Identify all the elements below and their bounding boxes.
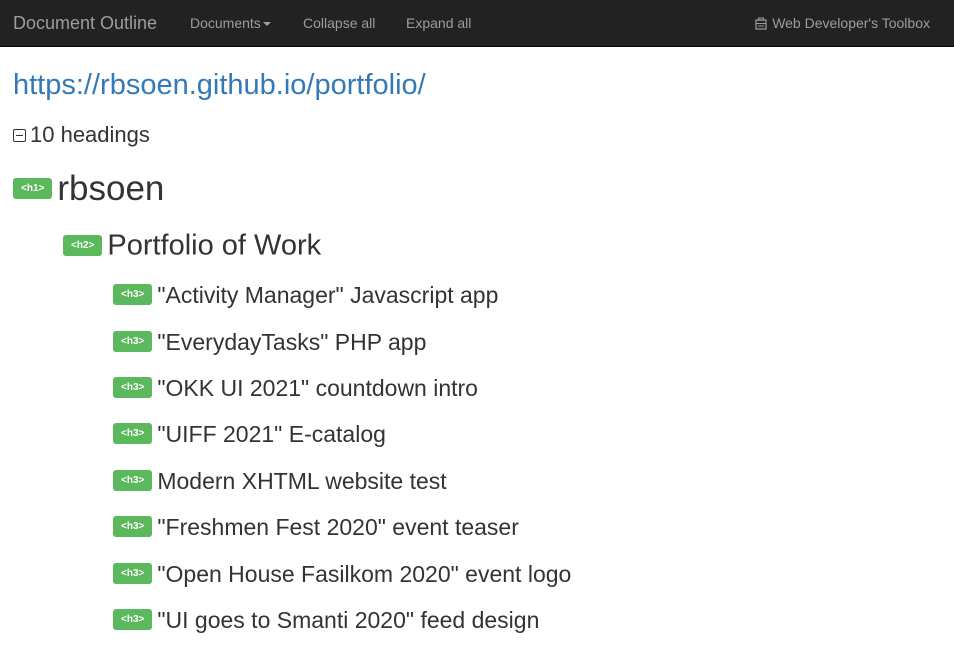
documents-label: Documents [190,15,261,31]
heading-item-h3[interactable]: <h3> "Freshmen Fest 2020" event teaser [113,511,519,541]
heading-tag-badge: <h1> [13,178,53,200]
toolbox-link[interactable]: Web Developer's Toolbox [755,15,930,32]
documents-dropdown[interactable]: Documents [190,15,271,32]
collapse-toggle-icon[interactable] [13,129,26,142]
heading-item-h3[interactable]: <h3> Modern XHTML website test [113,465,447,495]
heading-tag-badge: <h3> [113,470,153,492]
heading-text: "OKK UI 2021" countdown intro [157,374,478,401]
heading-text: "UIFF 2021" E-catalog [157,420,386,447]
heading-text: "UI goes to Smanti 2020" feed design [157,606,540,633]
heading-count-label: 10 headings [30,122,150,147]
heading-text: Modern XHTML website test [157,467,447,494]
heading-item-h2[interactable]: <h2> Portfolio of Work [63,226,321,263]
heading-item-h3[interactable]: <h3> "UI goes to Smanti 2020" feed design [113,604,539,634]
page-url-link[interactable]: https://rbsoen.github.io/portfolio/ [13,67,426,103]
expand-all-link[interactable]: Expand all [406,15,471,32]
navbar: Document Outline Documents Collapse all … [0,0,954,47]
heading-tag-badge: <h3> [113,609,153,631]
heading-item-h1[interactable]: <h1> rbsoen [13,166,164,210]
heading-text: rbsoen [57,168,165,208]
heading-item-h3[interactable]: <h3> "EverydayTasks" PHP app [113,326,426,356]
heading-tag-badge: <h3> [113,377,153,399]
caret-down-icon [262,22,271,27]
heading-item-h3[interactable]: <h3> "OKK UI 2021" countdown intro [113,372,478,402]
heading-text: "EverydayTasks" PHP app [157,328,427,355]
toolbox-icon [755,17,767,30]
heading-tag-badge: <h3> [113,563,153,585]
collapse-all-link[interactable]: Collapse all [303,15,375,32]
heading-count[interactable]: 10 headings [13,121,150,148]
heading-text: Portfolio of Work [107,229,322,262]
heading-tag-badge: <h2> [63,234,103,256]
heading-tag-badge: <h3> [113,284,153,306]
heading-item-h3[interactable]: <h3> "Open House Fasilkom 2020" event log… [113,558,571,588]
heading-item-h3[interactable]: <h3> "UIFF 2021" E-catalog [113,418,386,448]
heading-tag-badge: <h3> [113,516,153,538]
brand-title[interactable]: Document Outline [13,12,157,34]
heading-text: "Activity Manager" Javascript app [157,281,499,308]
heading-text: "Open House Fasilkom 2020" event logo [157,560,572,587]
toolbox-label: Web Developer's Toolbox [772,15,930,31]
heading-item-h3[interactable]: <h3> "Activity Manager" Javascript app [113,279,498,309]
heading-tag-badge: <h3> [113,423,153,445]
heading-tag-badge: <h3> [113,331,153,353]
heading-text: "Freshmen Fest 2020" event teaser [157,513,519,540]
